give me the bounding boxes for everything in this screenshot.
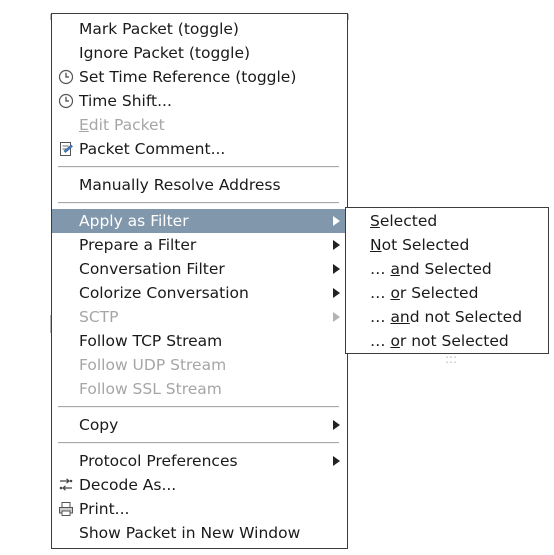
menu-item-label: Ignore Packet (toggle): [79, 44, 251, 62]
submenu-arrow-icon: [333, 288, 340, 298]
menu-item-conversation-filter[interactable]: Conversation Filter: [52, 257, 347, 281]
background-fragment: :::: [445, 352, 458, 366]
menu-item-label: dit Packet: [88, 116, 165, 134]
menu-item-label: Protocol Preferences: [79, 452, 238, 470]
submenu-arrow-icon: [333, 312, 340, 322]
menu-item-label: Conversation Filter: [79, 260, 225, 278]
submenu-arrow-icon: [333, 456, 340, 466]
submenu-item-mnemonic: a: [390, 260, 400, 278]
printer-icon: [59, 502, 73, 516]
menu-item-label: Manually Resolve Address: [79, 176, 281, 194]
menu-item-colorize-conversation[interactable]: Colorize Conversation: [52, 281, 347, 305]
submenu-item-mnemonic: S: [370, 212, 380, 230]
submenu-item-and-selected[interactable]: … and Selected: [346, 257, 548, 281]
menu-item-label: Print...: [79, 500, 130, 518]
submenu-item-label: elected: [379, 212, 438, 230]
submenu-arrow-icon: [333, 240, 340, 250]
menu-item-copy[interactable]: Copy: [52, 413, 347, 437]
submenu-item-not-selected[interactable]: Not Selected: [346, 233, 548, 257]
submenu-arrow-icon: [333, 420, 340, 430]
menu-item-edit-packet[interactable]: Edit Packet: [52, 113, 347, 137]
menu-item-mnemonic: E: [79, 116, 89, 134]
submenu-item-mnemonic: an: [390, 308, 410, 326]
submenu-item-prefix: …: [370, 332, 391, 350]
menu-item-decode-as[interactable]: Decode As...: [52, 473, 347, 497]
menu-item-apply-as-filter[interactable]: Apply as Filter: [52, 209, 347, 233]
menu-item-set-time-reference[interactable]: Set Time Reference (toggle): [52, 65, 347, 89]
submenu-item-and-not-selected[interactable]: … and not Selected: [346, 305, 548, 329]
comment-icon: [60, 142, 73, 156]
menu-item-prepare-a-filter[interactable]: Prepare a Filter: [52, 233, 347, 257]
submenu-item-label: ot Selected: [381, 236, 470, 254]
menu-item-label: Show Packet in New Window: [79, 524, 301, 542]
clock-icon: [58, 69, 74, 85]
submenu-item-label: d not Selected: [409, 308, 523, 326]
menu-item-label: Follow UDP Stream: [79, 356, 227, 374]
menu-item-print[interactable]: Print...: [52, 497, 347, 521]
menu-item-label: Mark Packet (toggle): [79, 20, 239, 38]
submenu-item-prefix: …: [370, 308, 391, 326]
submenu-item-label: nd Selected: [399, 260, 492, 278]
menu-item-ignore-packet[interactable]: Ignore Packet (toggle): [52, 41, 347, 65]
submenu-item-mnemonic: o: [390, 332, 400, 350]
submenu-item-label: r Selected: [399, 284, 479, 302]
menu-item-label: Decode As...: [79, 476, 177, 494]
submenu-item-or-not-selected[interactable]: … or not Selected: [346, 329, 548, 353]
menu-separator: [52, 197, 347, 209]
packet-context-menu: Mark Packet (toggle) Ignore Packet (togg…: [51, 13, 348, 549]
menu-item-label: Follow SSL Stream: [79, 380, 222, 398]
decode-icon: [59, 478, 73, 491]
submenu-arrow-icon: [333, 264, 340, 274]
menu-item-time-shift[interactable]: Time Shift...: [52, 89, 347, 113]
menu-item-protocol-preferences[interactable]: Protocol Preferences: [52, 449, 347, 473]
submenu-item-or-selected[interactable]: … or Selected: [346, 281, 548, 305]
background-fragment: [348, 14, 349, 20]
menu-item-sctp[interactable]: SCTP: [52, 305, 347, 329]
menu-separator: [52, 437, 347, 449]
menu-item-manually-resolve-address[interactable]: Manually Resolve Address: [52, 173, 347, 197]
submenu-arrow-icon: [333, 216, 340, 226]
menu-item-label: Packet Comment...: [79, 140, 226, 158]
menu-item-mark-packet[interactable]: Mark Packet (toggle): [52, 17, 347, 41]
menu-item-label: Colorize Conversation: [79, 284, 249, 302]
menu-item-packet-comment[interactable]: Packet Comment...: [52, 137, 347, 161]
submenu-item-selected[interactable]: Selected: [346, 209, 548, 233]
submenu-item-prefix: …: [370, 260, 391, 278]
apply-as-filter-submenu: Selected Not Selected … and Selected … o…: [345, 207, 549, 354]
menu-item-follow-ssl-stream[interactable]: Follow SSL Stream: [52, 377, 347, 401]
clock-icon: [58, 93, 74, 109]
menu-item-follow-udp-stream[interactable]: Follow UDP Stream: [52, 353, 347, 377]
menu-item-label: Follow TCP Stream: [79, 332, 223, 350]
menu-item-label: Set Time Reference (toggle): [79, 68, 297, 86]
menu-item-show-packet-in-new-window[interactable]: Show Packet in New Window: [52, 521, 347, 545]
submenu-item-mnemonic: N: [370, 236, 382, 254]
submenu-item-mnemonic: o: [390, 284, 400, 302]
submenu-item-prefix: …: [370, 284, 391, 302]
menu-item-label: Apply as Filter: [79, 212, 189, 230]
menu-item-follow-tcp-stream[interactable]: Follow TCP Stream: [52, 329, 347, 353]
menu-separator: [52, 401, 347, 413]
menu-separator: [52, 161, 347, 173]
menu-item-label: Prepare a Filter: [79, 236, 197, 254]
screen: ::: Mark Packet (toggle) Ignore Packet (…: [0, 0, 554, 555]
menu-item-label: Time Shift...: [79, 92, 172, 110]
menu-item-label: SCTP: [79, 308, 119, 326]
submenu-item-label: r not Selected: [399, 332, 509, 350]
menu-item-label: Copy: [79, 416, 119, 434]
